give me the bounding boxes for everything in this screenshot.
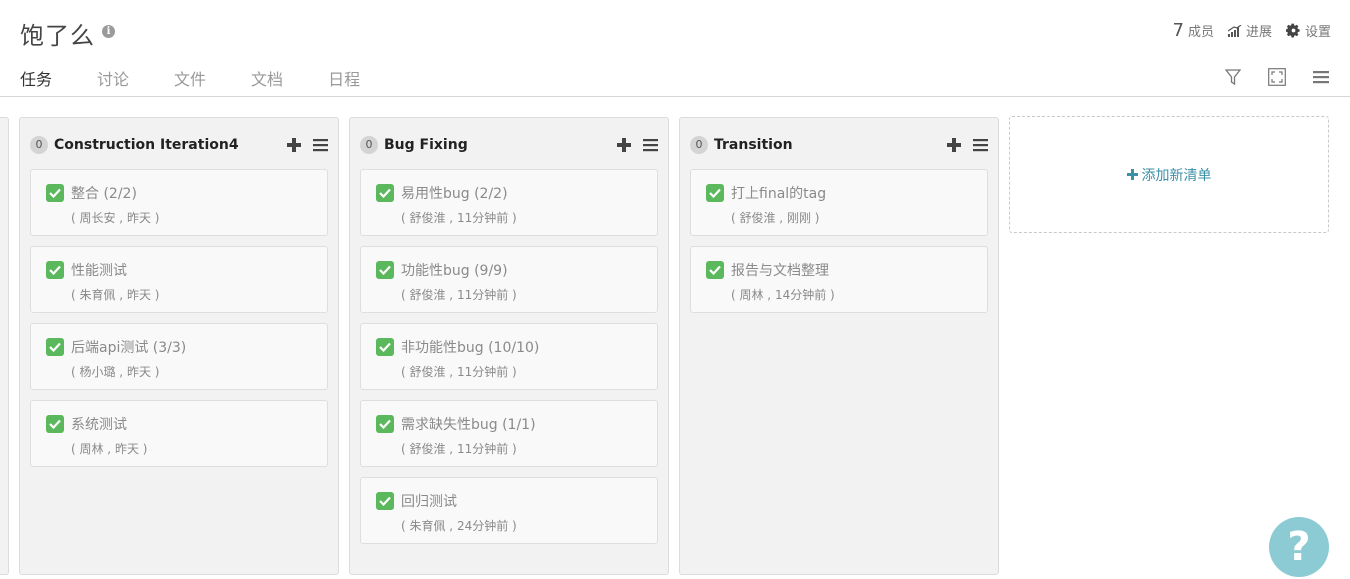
checkbox-checked-icon[interactable] — [46, 184, 64, 202]
column-count-badge: 0 — [360, 136, 378, 154]
task-title: 需求缺失性bug (1/1) — [401, 417, 536, 433]
add-task-icon[interactable] — [286, 137, 302, 153]
task-title: 打上final的tag — [731, 186, 827, 202]
task-card[interactable]: 报告与文档整理 ( 周林 , 14分钟前 ) — [690, 246, 988, 313]
task-title: 回归测试 — [401, 494, 457, 510]
fullscreen-icon — [1268, 68, 1286, 86]
column-menu-icon[interactable] — [642, 137, 658, 153]
add-list-button[interactable]: 添加新清单 — [1009, 116, 1329, 233]
task-meta: ( 舒俊淮 , 11分钟前 ) — [401, 442, 517, 456]
checkbox-checked-icon[interactable] — [376, 492, 394, 510]
column-title: Bug Fixing — [384, 137, 468, 153]
column-menu-icon[interactable] — [972, 137, 988, 153]
filter-icon — [1225, 68, 1241, 85]
tab-tasks[interactable]: 任务 — [20, 66, 52, 96]
task-title: 后端api测试 (3/3) — [71, 340, 187, 356]
task-title: 功能性bug (9/9) — [401, 263, 508, 279]
task-meta: ( 周林 , 昨天 ) — [71, 442, 148, 456]
column-count-badge: 0 — [690, 136, 708, 154]
task-meta: ( 舒俊淮 , 刚刚 ) — [731, 211, 820, 225]
add-task-icon[interactable] — [616, 137, 632, 153]
members-button[interactable]: 7 成员 — [1173, 20, 1214, 41]
checkbox-checked-icon[interactable] — [46, 338, 64, 356]
task-card[interactable]: 功能性bug (9/9) ( 舒俊淮 , 11分钟前 ) — [360, 246, 658, 313]
task-title: 性能测试 — [71, 263, 127, 279]
settings-button[interactable]: 设置 — [1285, 21, 1331, 40]
task-card[interactable]: 后端api测试 (3/3) ( 杨小璐 , 昨天 ) — [30, 323, 328, 390]
task-meta: ( 舒俊淮 , 11分钟前 ) — [401, 288, 517, 302]
task-card[interactable]: 易用性bug (2/2) ( 舒俊淮 , 11分钟前 ) — [360, 169, 658, 236]
member-count: 7 — [1172, 20, 1184, 41]
fullscreen-button[interactable] — [1267, 67, 1287, 87]
plus-icon — [1126, 169, 1138, 180]
add-list-label: 添加新清单 — [1141, 167, 1212, 184]
info-icon[interactable]: i — [102, 25, 115, 38]
task-title: 系统测试 — [71, 417, 127, 433]
task-meta: ( 朱育佩 , 24分钟前 ) — [401, 519, 517, 533]
members-label: 成员 — [1187, 25, 1214, 40]
task-title: 非功能性bug (10/10) — [401, 340, 540, 356]
column-menu-icon[interactable] — [312, 137, 328, 153]
checkbox-checked-icon[interactable] — [376, 184, 394, 202]
tab-files[interactable]: 文件 — [174, 66, 206, 96]
partial-column — [0, 117, 9, 575]
tab-schedule[interactable]: 日程 — [328, 66, 360, 96]
task-meta: ( 杨小璐 , 昨天 ) — [71, 365, 160, 379]
checkbox-checked-icon[interactable] — [46, 261, 64, 279]
column-bug-fixing: 0 Bug Fixing 易用性bug (2/2) ( 舒俊淮 , 11分钟前 … — [349, 117, 669, 575]
task-card[interactable]: 系统测试 ( 周林 , 昨天 ) — [30, 400, 328, 467]
header-actions: 7 成员 进展 设置 — [1173, 20, 1332, 41]
task-title: 整合 (2/2) — [71, 186, 137, 202]
column-header: 0 Bug Fixing — [360, 134, 658, 156]
checkbox-checked-icon[interactable] — [376, 261, 394, 279]
task-meta: ( 舒俊淮 , 11分钟前 ) — [401, 211, 517, 225]
column-construction-iteration4: 0 Construction Iteration4 整合 (2/2) ( 周长安… — [19, 117, 339, 575]
gear-icon — [1285, 23, 1300, 38]
checkbox-checked-icon[interactable] — [706, 261, 724, 279]
checkbox-checked-icon[interactable] — [376, 415, 394, 433]
progress-button[interactable]: 进展 — [1227, 21, 1272, 40]
task-title: 易用性bug (2/2) — [401, 186, 508, 202]
checkbox-checked-icon[interactable] — [706, 184, 724, 202]
menu-icon — [1313, 71, 1329, 84]
progress-label: 进展 — [1245, 25, 1272, 40]
task-card[interactable]: 性能测试 ( 朱育佩 , 昨天 ) — [30, 246, 328, 313]
board-menu-button[interactable] — [1311, 67, 1331, 87]
tab-discussion[interactable]: 讨论 — [97, 66, 129, 96]
task-card[interactable]: 回归测试 ( 朱育佩 , 24分钟前 ) — [360, 477, 658, 544]
task-meta: ( 周长安 , 昨天 ) — [71, 211, 160, 225]
task-meta: ( 朱育佩 , 昨天 ) — [71, 288, 160, 302]
tab-bar: 任务 讨论 文件 文档 日程 — [20, 66, 405, 96]
task-card[interactable]: 非功能性bug (10/10) ( 舒俊淮 , 11分钟前 ) — [360, 323, 658, 390]
column-title: Construction Iteration4 — [54, 137, 239, 153]
help-button[interactable]: ? — [1269, 517, 1329, 577]
task-card[interactable]: 打上final的tag ( 舒俊淮 , 刚刚 ) — [690, 169, 988, 236]
column-transition: 0 Transition 打上final的tag ( 舒俊淮 , 刚刚 ) 报告… — [679, 117, 999, 575]
filter-button[interactable] — [1223, 67, 1243, 87]
task-card[interactable]: 整合 (2/2) ( 周长安 , 昨天 ) — [30, 169, 328, 236]
column-header: 0 Transition — [690, 134, 988, 156]
settings-label: 设置 — [1304, 25, 1331, 40]
project-title: 饱了么 — [20, 22, 95, 50]
task-meta: ( 周林 , 14分钟前 ) — [731, 288, 835, 302]
checkbox-checked-icon[interactable] — [46, 415, 64, 433]
project-header: 饱了么 i 7 成员 进展 设置 任务 讨论 文件 文档 日程 — [0, 0, 1350, 97]
task-meta: ( 舒俊淮 , 11分钟前 ) — [401, 365, 517, 379]
add-task-icon[interactable] — [946, 137, 962, 153]
column-count-badge: 0 — [30, 136, 48, 154]
checkbox-checked-icon[interactable] — [376, 338, 394, 356]
column-title: Transition — [714, 137, 793, 153]
signal-bars-icon — [1227, 24, 1242, 37]
task-card[interactable]: 需求缺失性bug (1/1) ( 舒俊淮 , 11分钟前 ) — [360, 400, 658, 467]
column-header: 0 Construction Iteration4 — [30, 134, 328, 156]
tab-docs[interactable]: 文档 — [251, 66, 283, 96]
board-toolbar — [1223, 67, 1331, 87]
task-title: 报告与文档整理 — [731, 263, 829, 279]
task-board: 0 Construction Iteration4 整合 (2/2) ( 周长安… — [0, 97, 1350, 579]
